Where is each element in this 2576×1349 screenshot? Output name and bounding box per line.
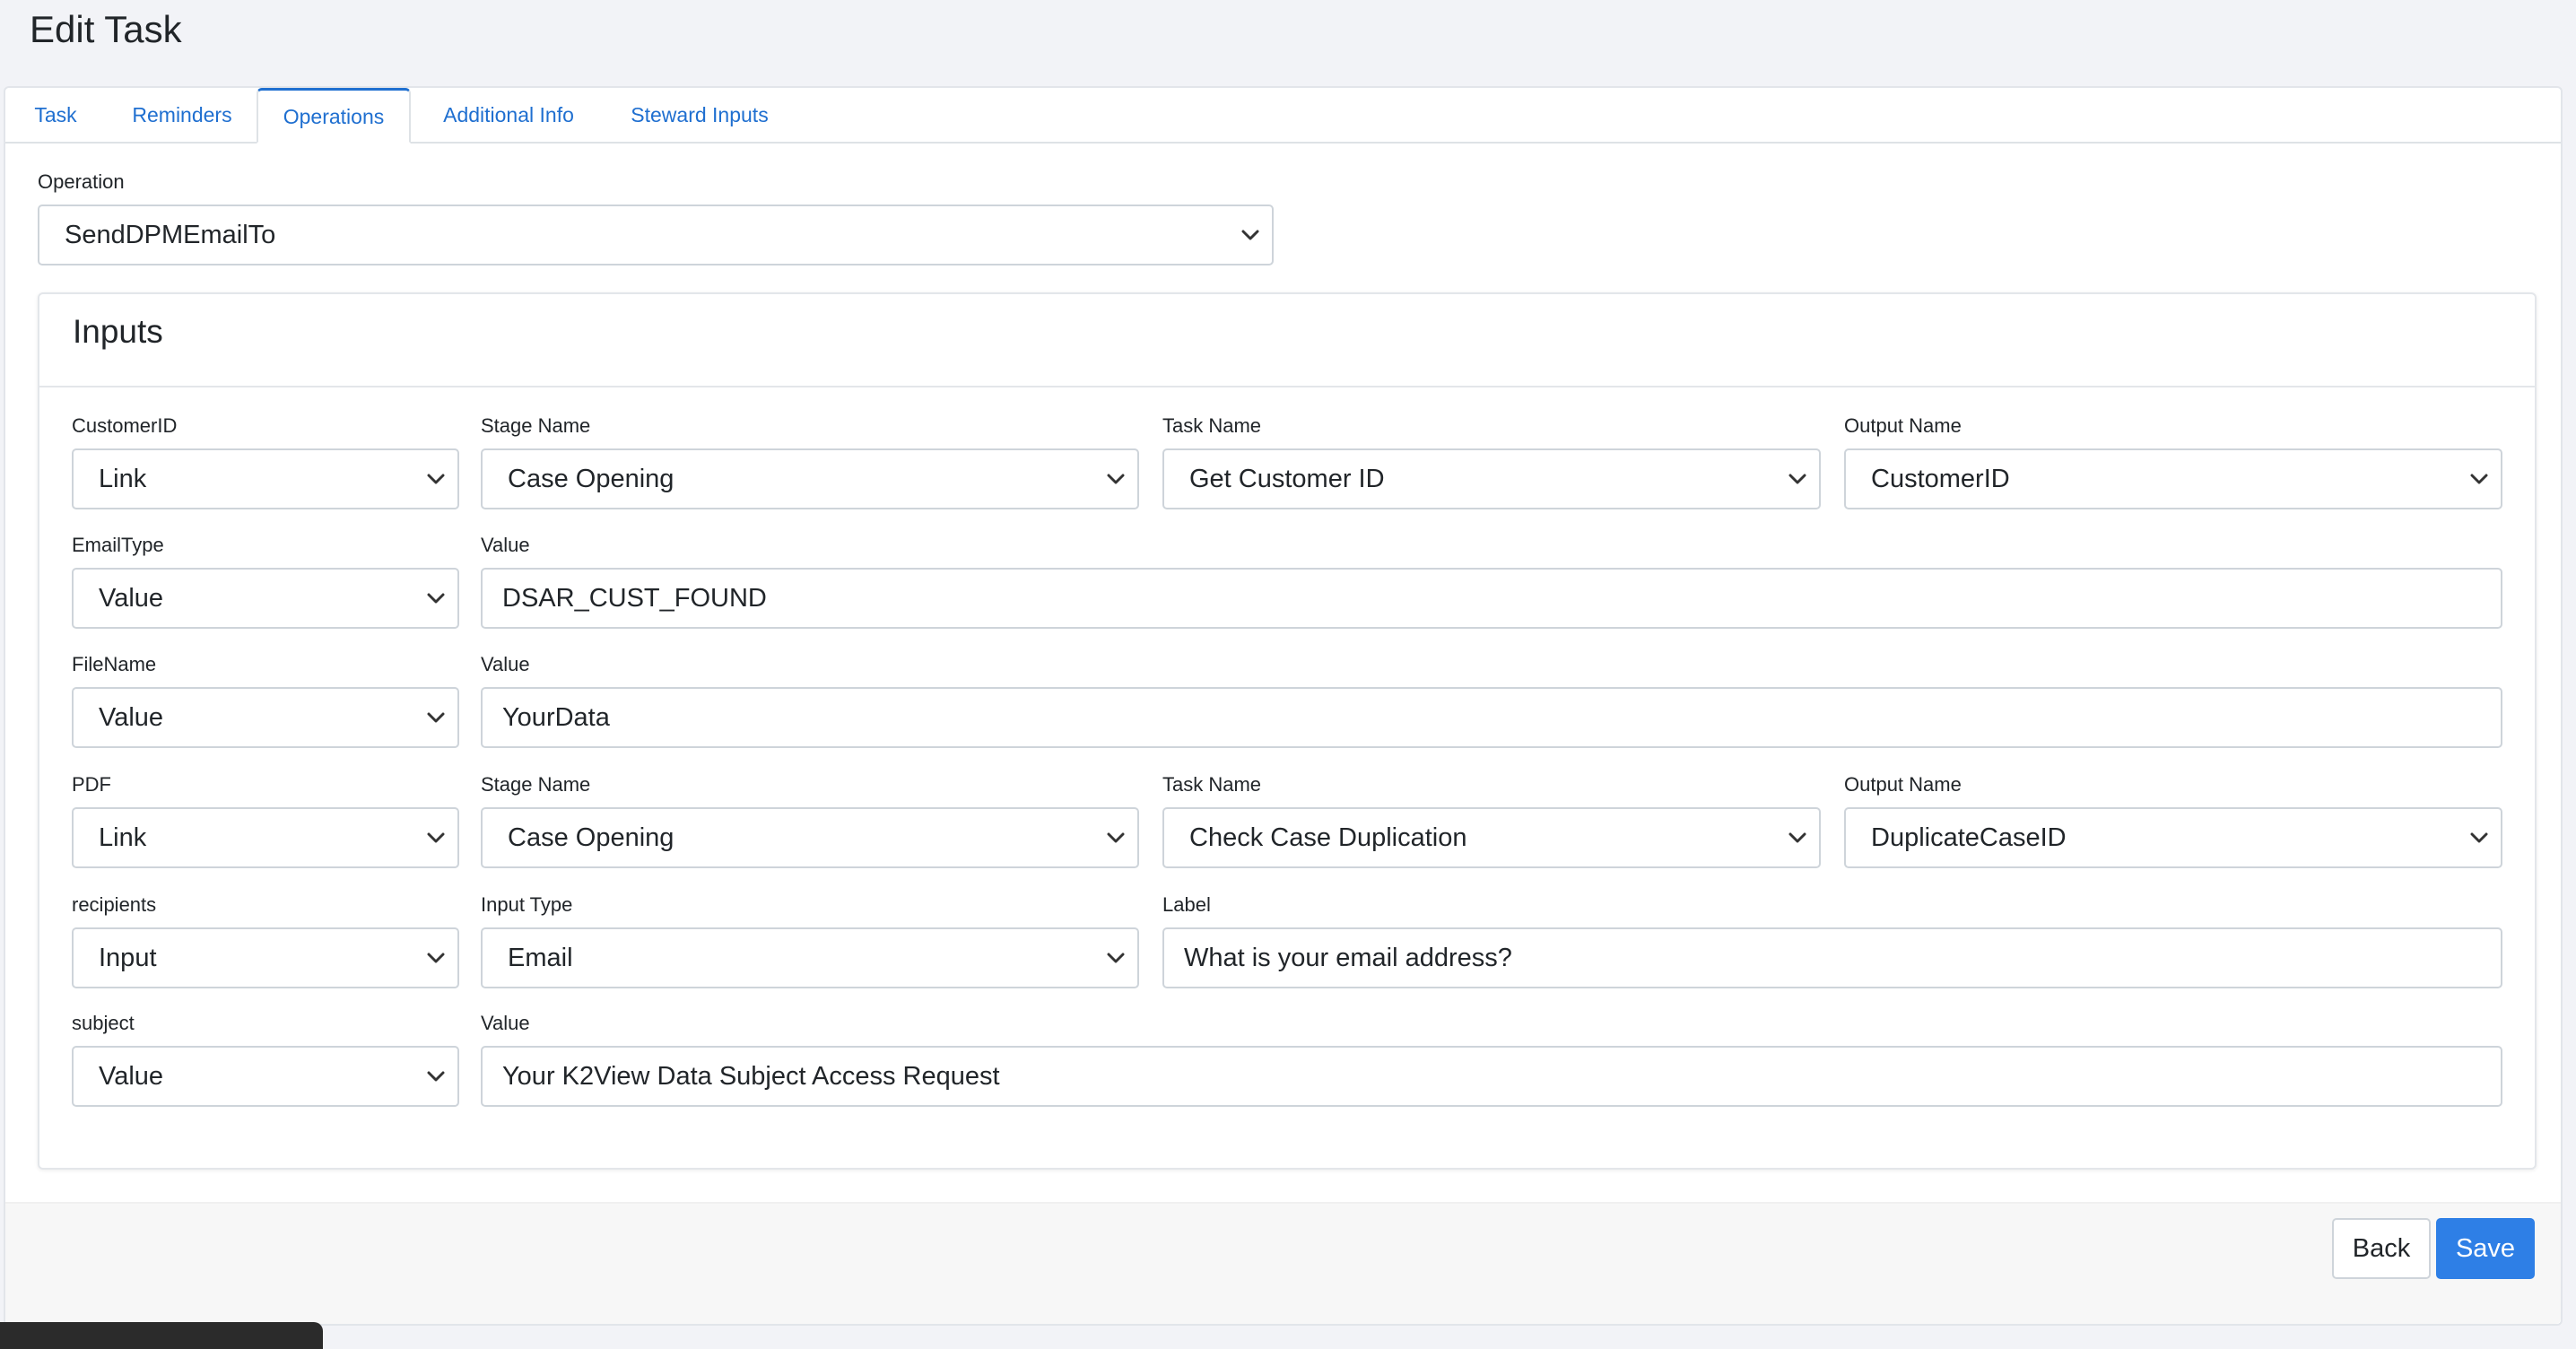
mode-select[interactable]: Link xyxy=(72,807,459,868)
chevron-down-icon xyxy=(425,570,447,627)
back-button[interactable]: Back xyxy=(2332,1218,2431,1279)
output-name-label: Output Name xyxy=(1844,773,1962,796)
row-name-label: subject xyxy=(72,1012,135,1034)
tooltip-bar xyxy=(0,1322,323,1349)
stage-name-select[interactable]: Case Opening xyxy=(481,448,1139,509)
inputs-header: Inputs xyxy=(39,294,2535,387)
task-name-value: Check Case Duplication xyxy=(1189,823,1467,852)
input-type-label: Input Type xyxy=(481,893,573,916)
save-button[interactable]: Save xyxy=(2436,1218,2535,1279)
page-title: Edit Task xyxy=(30,8,182,50)
chevron-down-icon xyxy=(425,929,447,987)
stage-name-value: Case Opening xyxy=(508,465,674,493)
chevron-down-icon xyxy=(1787,809,1808,866)
mode-select-value: Value xyxy=(99,1062,164,1091)
output-name-label: Output Name xyxy=(1844,414,1962,437)
task-name-label: Task Name xyxy=(1162,773,1262,796)
mode-select-value: Value xyxy=(99,703,164,732)
task-name-value: Get Customer ID xyxy=(1189,465,1385,493)
stage-name-select[interactable]: Case Opening xyxy=(481,807,1139,868)
mode-select-value: Input xyxy=(99,944,157,972)
input-type-select[interactable]: Email xyxy=(481,927,1139,988)
field-label-label: Label xyxy=(1162,893,1211,916)
chevron-down-icon xyxy=(1787,450,1808,508)
task-name-label: Task Name xyxy=(1162,414,1262,437)
inputs-card: Inputs CustomerID Link Stage Name Case O… xyxy=(38,292,2537,1170)
field-label-input[interactable]: What is your email address? xyxy=(1162,927,2502,988)
operation-label: Operation xyxy=(38,170,125,193)
operation-select[interactable]: SendDPMEmailTo xyxy=(38,205,1274,265)
tab-reminders[interactable]: Reminders xyxy=(111,88,253,142)
mode-select[interactable]: Link xyxy=(72,448,459,509)
tab-task[interactable]: Task xyxy=(13,88,99,142)
mode-select[interactable]: Value xyxy=(72,1046,459,1107)
chevron-down-icon xyxy=(1105,450,1127,508)
output-name-select[interactable]: CustomerID xyxy=(1844,448,2502,509)
chevron-down-icon xyxy=(2468,450,2490,508)
inputs-title: Inputs xyxy=(73,313,163,350)
tab-bar: Task Reminders Operations Additional Inf… xyxy=(5,88,2561,144)
output-name-select[interactable]: DuplicateCaseID xyxy=(1844,807,2502,868)
operation-select-value: SendDPMEmailTo xyxy=(65,221,276,249)
mode-select-value: Value xyxy=(99,584,164,613)
value-label: Value xyxy=(481,653,530,675)
row-name-label: EmailType xyxy=(72,534,164,556)
mode-select-value: Link xyxy=(99,465,147,493)
footer-bar: Back Save xyxy=(5,1202,2561,1324)
tab-additional-info[interactable]: Additional Info xyxy=(423,88,594,142)
row-name-label: recipients xyxy=(72,893,157,916)
task-name-select[interactable]: Get Customer ID xyxy=(1162,448,1821,509)
value-label: Value xyxy=(481,1012,530,1034)
tab-operations[interactable]: Operations xyxy=(257,88,411,144)
mode-select[interactable]: Value xyxy=(72,568,459,629)
task-name-select[interactable]: Check Case Duplication xyxy=(1162,807,1821,868)
chevron-down-icon xyxy=(425,1048,447,1105)
chevron-down-icon xyxy=(1105,929,1127,987)
output-name-value: CustomerID xyxy=(1871,465,2010,493)
tab-steward-inputs[interactable]: Steward Inputs xyxy=(612,88,788,142)
input-type-value: Email xyxy=(508,944,573,972)
value-label: Value xyxy=(481,534,530,556)
chevron-down-icon xyxy=(425,809,447,866)
chevron-down-icon xyxy=(425,450,447,508)
row-name-label: CustomerID xyxy=(72,414,178,437)
value-input[interactable]: YourData xyxy=(481,687,2502,748)
value-input[interactable]: Your K2View Data Subject Access Request xyxy=(481,1046,2502,1107)
output-name-value: DuplicateCaseID xyxy=(1871,823,2067,852)
mode-select-value: Link xyxy=(99,823,147,852)
value-input[interactable]: DSAR_CUST_FOUND xyxy=(481,568,2502,629)
stage-name-value: Case Opening xyxy=(508,823,674,852)
chevron-down-icon xyxy=(2468,809,2490,866)
mode-select[interactable]: Input xyxy=(72,927,459,988)
edit-task-panel: Task Reminders Operations Additional Inf… xyxy=(4,86,2563,1326)
chevron-down-icon xyxy=(425,689,447,746)
chevron-down-icon xyxy=(1105,809,1127,866)
mode-select[interactable]: Value xyxy=(72,687,459,748)
row-name-label: FileName xyxy=(72,653,157,675)
stage-name-label: Stage Name xyxy=(481,773,591,796)
stage-name-label: Stage Name xyxy=(481,414,591,437)
chevron-down-icon xyxy=(1240,206,1261,264)
row-name-label: PDF xyxy=(72,773,111,796)
